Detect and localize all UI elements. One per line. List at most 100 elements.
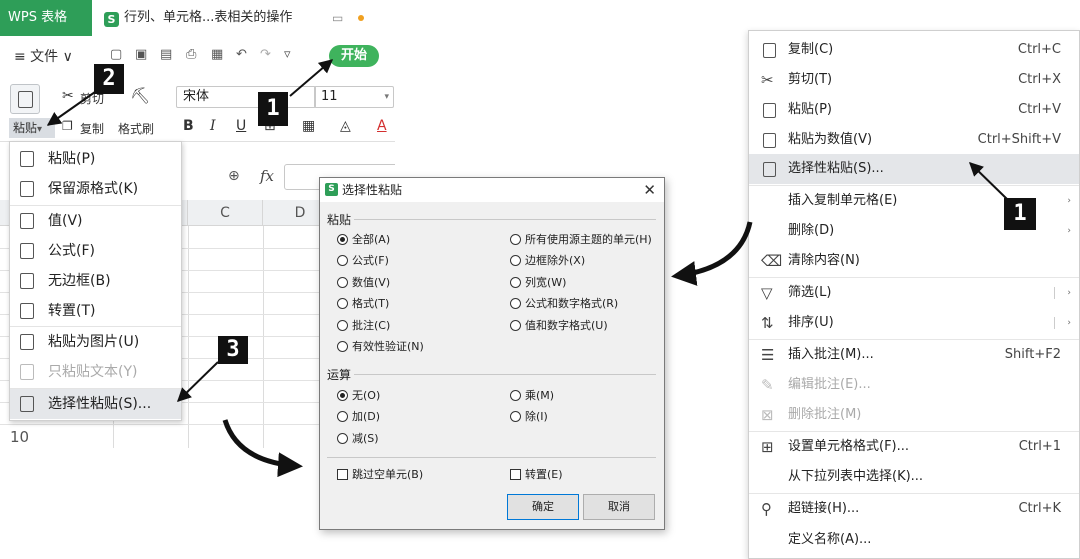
format-brush-icon[interactable]: ⛏ bbox=[130, 86, 150, 105]
undo-icon[interactable]: ↶ bbox=[236, 47, 247, 62]
paste-option-transpose[interactable]: 转置(T) bbox=[10, 296, 181, 326]
option-label: 公式和数字格式(R) bbox=[525, 297, 619, 310]
menu-item-copy[interactable]: 复制(C) Ctrl+C bbox=[749, 35, 1079, 65]
paste-group-label: 粘贴 bbox=[327, 213, 352, 227]
scissors-icon[interactable]: ✂ bbox=[62, 88, 74, 104]
menu-item-filter[interactable]: ▽ 筛选(L) › bbox=[749, 278, 1079, 308]
radio-op-none[interactable]: 无(O) bbox=[337, 389, 380, 403]
tab-document[interactable]: S 行列、单元格...表相关的操作 ▭ bbox=[92, 0, 395, 36]
radio-column-widths[interactable]: 列宽(W) bbox=[510, 276, 566, 290]
menu-item-insert-comment[interactable]: ☰ 插入批注(M)... Shift+F2 bbox=[749, 340, 1079, 370]
monitor-icon[interactable]: ▭ bbox=[332, 0, 343, 36]
dialog-title-bar: S 选择性粘贴 ✕ bbox=[320, 178, 664, 202]
start-button[interactable]: 开始 bbox=[329, 45, 379, 67]
checkbox-skip-blanks[interactable]: 跳过空单元(B) bbox=[337, 468, 423, 482]
column-header-c[interactable]: C bbox=[188, 200, 263, 226]
copy-icon[interactable]: ❐ bbox=[62, 119, 73, 133]
paste-option-values[interactable]: 值(V) bbox=[10, 206, 181, 236]
paste-option-text-only: 只粘贴文本(Y) bbox=[10, 357, 181, 387]
menu-item-paste[interactable]: 粘贴(P) Ctrl+V bbox=[749, 95, 1079, 125]
file-menu[interactable]: ≡ 文件 ∨ bbox=[14, 46, 73, 66]
spreadsheet-icon: S bbox=[104, 12, 119, 27]
radio-formulas[interactable]: 公式(F) bbox=[337, 254, 389, 268]
paste-icon[interactable] bbox=[10, 84, 40, 114]
radio-values[interactable]: 数值(V) bbox=[337, 276, 390, 290]
radio-except-borders[interactable]: 边框除外(X) bbox=[510, 254, 585, 268]
radio-all[interactable]: 全部(A) bbox=[337, 233, 390, 247]
option-label: 列宽(W) bbox=[525, 276, 567, 289]
paste-option-as-picture[interactable]: 粘贴为图片(U) bbox=[10, 327, 181, 357]
checkbox-transpose[interactable]: 转置(E) bbox=[510, 468, 563, 482]
menu-item-paste-values[interactable]: 粘贴为数值(V) Ctrl+Shift+V bbox=[749, 125, 1079, 155]
menu-item-cut[interactable]: ✂ 剪切(T) Ctrl+X bbox=[749, 65, 1079, 95]
print-preview-icon[interactable]: ▦ bbox=[211, 47, 223, 62]
no-border-icon bbox=[20, 273, 34, 289]
radio-formats[interactable]: 格式(T) bbox=[337, 297, 389, 311]
font-color-icon[interactable]: A bbox=[377, 118, 387, 134]
copy-button[interactable]: 复制 bbox=[80, 120, 104, 137]
radio-comments[interactable]: 批注(C) bbox=[337, 319, 390, 333]
menu-item-hyperlink[interactable]: ⚲ 超链接(H)... Ctrl+K bbox=[749, 494, 1079, 524]
menu-item-sort[interactable]: ⇅ 排序(U) › bbox=[749, 308, 1079, 338]
export-pdf-icon[interactable]: ▤ bbox=[160, 47, 172, 62]
radio-op-subtract[interactable]: 减(S) bbox=[337, 432, 379, 446]
open-icon[interactable]: ▢ bbox=[110, 47, 122, 62]
paste-option-formulas[interactable]: 公式(F) bbox=[10, 236, 181, 266]
row-number-10[interactable]: 10 bbox=[0, 428, 30, 446]
font-size-select[interactable]: 11 ▾ bbox=[314, 86, 394, 108]
menu-item-paste-special[interactable]: 选择性粘贴(S)... bbox=[749, 154, 1079, 184]
option-label: 转置(E) bbox=[525, 468, 563, 481]
option-label: 所有使用源主题的单元(H) bbox=[525, 233, 652, 246]
bold-button[interactable]: B bbox=[183, 118, 194, 134]
underline-button[interactable]: U bbox=[236, 118, 246, 134]
save-icon[interactable]: ▣ bbox=[135, 47, 147, 62]
shortcut-label: Ctrl+1 bbox=[1018, 439, 1061, 454]
menu-item-label: 删除(D) bbox=[788, 223, 835, 238]
ok-button[interactable]: 确定 bbox=[507, 494, 579, 520]
paste-option-keep-source[interactable]: 保留源格式(K) bbox=[10, 174, 181, 204]
menu-item-format-cells[interactable]: ⊞ 设置单元格格式(F)... Ctrl+1 bbox=[749, 432, 1079, 462]
menu-item-define-name[interactable]: 定义名称(A)... bbox=[749, 525, 1079, 555]
font-name-select[interactable]: 宋体 bbox=[176, 86, 316, 108]
format-painter-button[interactable]: 格式刷 bbox=[118, 120, 154, 137]
paste-option-label: 转置(T) bbox=[48, 303, 96, 319]
radio-icon bbox=[337, 411, 348, 422]
zoom-icon[interactable]: ⊕ bbox=[228, 168, 240, 184]
radio-op-divide[interactable]: 除(I) bbox=[510, 410, 548, 424]
print-icon[interactable]: ⎙ bbox=[186, 47, 196, 62]
scissors-icon: ✂ bbox=[761, 71, 774, 89]
tab-wps-home[interactable]: WPS 表格 bbox=[0, 0, 92, 36]
radio-validation[interactable]: 有效性验证(N) bbox=[337, 340, 424, 354]
fill-color-icon[interactable]: ◬ bbox=[340, 118, 351, 134]
paste-option-no-borders[interactable]: 无边框(B) bbox=[10, 266, 181, 296]
paste-option-paste[interactable]: 粘贴(P) bbox=[10, 144, 181, 174]
option-label: 除(I) bbox=[525, 410, 548, 423]
option-label: 边框除外(X) bbox=[525, 254, 586, 267]
close-icon[interactable]: ✕ bbox=[643, 178, 656, 202]
fill-border-icon[interactable]: ▦ bbox=[302, 118, 315, 134]
chevron-down-icon: ▾ bbox=[384, 92, 389, 102]
option-label: 减(S) bbox=[352, 432, 379, 445]
menu-item-clear[interactable]: ⌫ 清除内容(N) bbox=[749, 246, 1079, 276]
radio-icon bbox=[510, 390, 521, 401]
paste-button[interactable]: 粘贴▾ bbox=[9, 118, 55, 138]
cancel-button[interactable]: 取消 bbox=[583, 494, 655, 520]
radio-source-theme[interactable]: 所有使用源主题的单元(H) bbox=[510, 233, 652, 247]
option-label: 无(O) bbox=[352, 389, 381, 402]
menu-item-label: 从下拉列表中选择(K)... bbox=[788, 469, 924, 484]
menu-item-label: 插入批注(M)... bbox=[788, 347, 874, 362]
radio-values-numbers[interactable]: 值和数字格式(U) bbox=[510, 319, 608, 333]
customize-toolbar-icon[interactable]: ▿ bbox=[284, 47, 291, 62]
menu-item-pick-from-list[interactable]: 从下拉列表中选择(K)... bbox=[749, 462, 1079, 492]
radio-formulas-numbers[interactable]: 公式和数字格式(R) bbox=[510, 297, 618, 311]
radio-icon bbox=[510, 277, 521, 288]
paste-option-special[interactable]: 选择性粘贴(S)... bbox=[10, 389, 181, 419]
radio-op-add[interactable]: 加(D) bbox=[337, 410, 380, 424]
operation-group-label: 运算 bbox=[327, 368, 352, 382]
menu-item-label: 复制(C) bbox=[788, 42, 834, 57]
italic-button[interactable]: I bbox=[210, 118, 216, 134]
function-icon[interactable]: fx bbox=[260, 167, 274, 185]
menu-item-label: 超链接(H)... bbox=[788, 501, 860, 516]
redo-icon[interactable]: ↷ bbox=[260, 47, 271, 62]
radio-op-multiply[interactable]: 乘(M) bbox=[510, 389, 554, 403]
